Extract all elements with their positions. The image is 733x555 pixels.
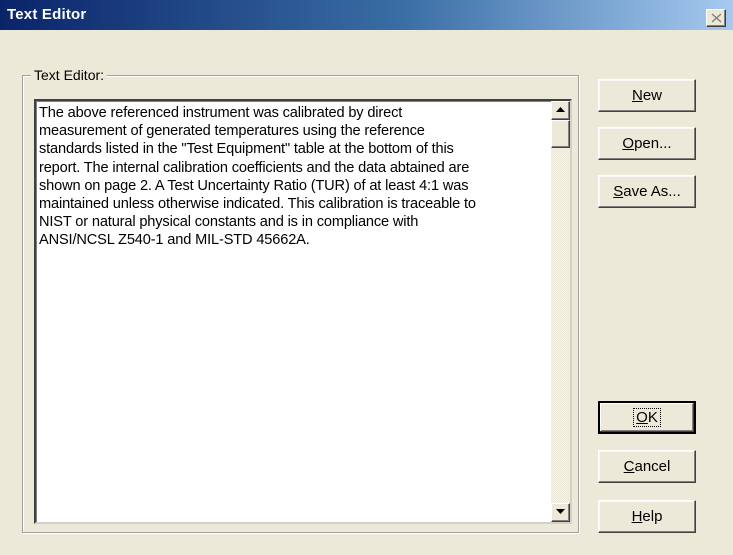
help-button[interactable]: Help: [598, 500, 696, 533]
text-editor-dialog: Text Editor Text Editor: The above refer…: [0, 0, 733, 555]
help-label: elp: [642, 508, 663, 525]
new-accel: N: [631, 87, 643, 104]
scroll-thumb[interactable]: [551, 120, 570, 148]
save-as-button[interactable]: Save As...: [598, 175, 696, 208]
cancel-accel: C: [623, 458, 635, 475]
open-accel: O: [622, 135, 635, 152]
open-label: pen...: [634, 135, 672, 152]
close-icon: [711, 13, 722, 23]
open-button[interactable]: Open...: [598, 127, 696, 160]
cancel-label: ancel: [634, 458, 671, 475]
save-as-accel: S: [613, 183, 624, 200]
ok-accel: O: [636, 409, 648, 426]
text-editor-textarea[interactable]: The above referenced instrument was cali…: [34, 99, 572, 524]
new-label: ew: [642, 87, 663, 104]
ok-focus-rect: OK: [633, 408, 661, 427]
groupbox-label: Text Editor:: [31, 67, 108, 83]
editor-content[interactable]: The above referenced instrument was cali…: [39, 104, 551, 250]
scroll-up-arrow-icon: [556, 107, 565, 112]
new-button[interactable]: New: [598, 79, 696, 112]
scroll-down-arrow-icon: [556, 509, 565, 514]
vertical-scrollbar[interactable]: [551, 101, 570, 522]
scroll-down-button[interactable]: [551, 503, 570, 522]
ok-button[interactable]: OK: [598, 401, 696, 434]
save-as-label: ave As...: [623, 183, 681, 200]
title-bar[interactable]: Text Editor: [0, 0, 733, 30]
cancel-button[interactable]: Cancel: [598, 450, 696, 483]
help-accel: H: [631, 508, 643, 525]
window-title: Text Editor: [7, 6, 87, 23]
close-button[interactable]: [706, 9, 726, 27]
scroll-up-button[interactable]: [551, 101, 570, 120]
ok-label: K: [647, 409, 658, 426]
